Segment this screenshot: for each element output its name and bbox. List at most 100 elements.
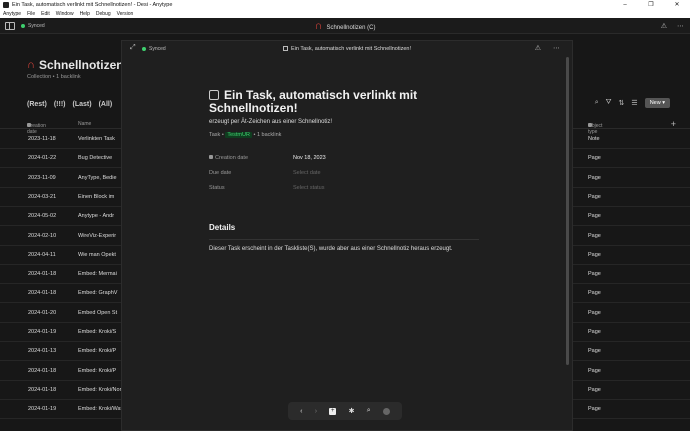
cell-creation-date: 2024-01-18 xyxy=(28,367,57,374)
add-object-icon[interactable]: + xyxy=(329,407,337,415)
filter-icon[interactable]: ⛛ xyxy=(606,99,612,107)
cell-object-type: Page xyxy=(588,155,601,162)
cell-creation-date: 2024-02-10 xyxy=(28,232,57,239)
cell-name: Bug Detective xyxy=(78,155,113,162)
due-date-input[interactable]: Select date xyxy=(293,170,321,176)
warning-icon[interactable]: ⚠ xyxy=(661,22,667,30)
cell-creation-date: 2024-01-20 xyxy=(28,309,57,316)
header-title: ∩ Schnellnotizen (C) xyxy=(0,20,690,32)
cell-name: Embed: Kroki/P xyxy=(78,367,117,374)
sync-status[interactable]: Synced xyxy=(21,23,45,29)
app-header: Synced ∩ Schnellnotizen (C) ⚠ ⋯ xyxy=(0,18,690,34)
close-button[interactable]: ✕ xyxy=(664,0,690,10)
graph-icon[interactable]: ✱ xyxy=(349,407,355,415)
view-tab-all[interactable]: (All) xyxy=(99,101,113,108)
object-meta: Task • TestmUR • 1 backlink xyxy=(209,132,282,138)
cell-name: Einen Block im xyxy=(78,193,115,200)
settings-icon[interactable]: ☰ xyxy=(631,99,637,107)
cell-name: Verlinkten Task xyxy=(78,136,115,142)
divider xyxy=(209,239,479,240)
more-icon[interactable]: ⋯ xyxy=(677,22,684,30)
relation-creation-date: Creation date Nov 18, 2023 xyxy=(209,155,409,165)
cell-creation-date: 2024-01-13 xyxy=(28,348,57,355)
menu-bar: Anytype File Edit Window Help Debug Vers… xyxy=(0,10,690,18)
cell-object-type: Page xyxy=(588,174,601,181)
page-title: ∩ Schnellnotizen xyxy=(27,58,124,72)
view-tab-important[interactable]: (!!!) xyxy=(54,101,66,108)
menu-file[interactable]: File xyxy=(27,11,35,17)
col-name[interactable]: Name xyxy=(78,121,91,127)
cell-creation-date: 2024-01-18 xyxy=(28,271,57,278)
cell-creation-date: 2024-01-18 xyxy=(28,386,57,393)
object-type-link[interactable]: Task xyxy=(209,132,220,138)
cell-name: Embed: Kroki/P xyxy=(78,348,117,355)
backlinks-link[interactable]: 1 backlink xyxy=(257,132,281,138)
cell-object-type: Page xyxy=(588,386,601,393)
cell-name: Embed Open St xyxy=(78,309,118,316)
object-title-text[interactable]: Ein Task, automatisch verlinkt mit Schne… xyxy=(209,88,417,115)
magnet-icon: ∩ xyxy=(314,19,323,32)
search-icon[interactable]: ⌕ xyxy=(595,99,599,107)
object-tag[interactable]: TestmUR xyxy=(225,132,252,138)
minimize-button[interactable]: – xyxy=(612,0,638,10)
sync-label: Synced xyxy=(28,22,45,29)
cell-object-type: Page xyxy=(588,251,601,258)
cell-object-type: Page xyxy=(588,406,601,413)
sync-dot-icon xyxy=(21,23,25,28)
sidebar-toggle-icon[interactable] xyxy=(5,21,15,30)
cell-object-type: Page xyxy=(588,290,601,297)
new-button[interactable]: New ▾ xyxy=(644,98,670,108)
relation-key: Due date xyxy=(209,170,232,176)
details-text[interactable]: Dieser Task erscheint in der Taskliste(S… xyxy=(209,245,479,254)
menu-version[interactable]: Version xyxy=(117,11,134,17)
status-select[interactable]: Select status xyxy=(293,185,325,191)
menu-edit[interactable]: Edit xyxy=(41,11,50,17)
cell-object-type: Page xyxy=(588,232,601,239)
cell-name: Embed: Kroki/S xyxy=(78,329,117,335)
relation-status[interactable]: Status Select status xyxy=(209,185,409,195)
cell-creation-date: 2023-11-09 xyxy=(28,174,56,181)
checkbox-icon xyxy=(282,46,288,51)
warning-icon[interactable]: ⚠ xyxy=(535,44,541,52)
header-title-text: Schnellnotizen (C) xyxy=(326,24,376,31)
menu-debug[interactable]: Debug xyxy=(96,11,111,17)
cell-name: Anytype - Andr xyxy=(78,213,115,220)
scrollbar[interactable] xyxy=(566,57,569,365)
window-titlebar: Ein Task, automatisch verlinkt mit Schne… xyxy=(0,0,690,10)
cell-creation-date: 2024-01-22 xyxy=(28,155,57,162)
object-description[interactable]: erzeugt per Ät-Zeichen aus einer Schnell… xyxy=(209,119,332,125)
relation-value: Nov 18, 2023 xyxy=(293,155,326,161)
add-column-icon[interactable]: + xyxy=(671,119,676,129)
menu-anytype[interactable]: Anytype xyxy=(3,11,21,17)
avatar[interactable] xyxy=(382,407,390,415)
modal-header: ⤢ Synced Ein Task, automatisch verlinkt … xyxy=(122,41,572,57)
search-icon[interactable]: ⌕ xyxy=(367,407,371,415)
relation-key: Creation date xyxy=(215,155,249,161)
cell-name: Embed: GraphV xyxy=(78,290,118,297)
cell-object-type: Page xyxy=(588,329,601,335)
cell-creation-date: 2024-01-19 xyxy=(28,406,57,413)
cell-object-type: Page xyxy=(588,367,601,374)
collection-toolbar: ⌕ ⛛ ⇅ ☰ New ▾ xyxy=(595,98,670,108)
magnet-icon: ∩ xyxy=(27,59,35,71)
lock-icon xyxy=(209,155,213,159)
back-icon[interactable]: ‹ xyxy=(300,408,302,415)
object-title[interactable]: Ein Task, automatisch verlinkt mit Schne… xyxy=(209,89,439,115)
view-tab-last[interactable]: (Last) xyxy=(73,101,92,108)
bottom-nav: ‹ › + ✱ ⌕ xyxy=(288,402,402,420)
task-checkbox[interactable] xyxy=(209,90,219,100)
window-title: Ein Task, automatisch verlinkt mit Schne… xyxy=(12,2,173,8)
details-heading[interactable]: Details xyxy=(209,223,235,232)
page-title-text: Schnellnotizen xyxy=(38,58,124,72)
maximize-button[interactable]: ❐ xyxy=(638,0,664,10)
cell-name: Wie man Opekt xyxy=(78,251,116,258)
more-icon[interactable]: ⋯ xyxy=(553,44,560,52)
menu-help[interactable]: Help xyxy=(80,11,90,17)
relation-due-date[interactable]: Due date Select date xyxy=(209,170,409,180)
sort-icon[interactable]: ⇅ xyxy=(619,99,625,107)
cell-creation-date: 2024-01-18 xyxy=(28,290,57,297)
menu-window[interactable]: Window xyxy=(56,11,74,17)
view-tabs: (Rest) (!!!) (Last) (All) xyxy=(27,101,112,108)
view-tab-rest[interactable]: (Rest) xyxy=(27,101,47,108)
forward-icon[interactable]: › xyxy=(315,408,317,415)
